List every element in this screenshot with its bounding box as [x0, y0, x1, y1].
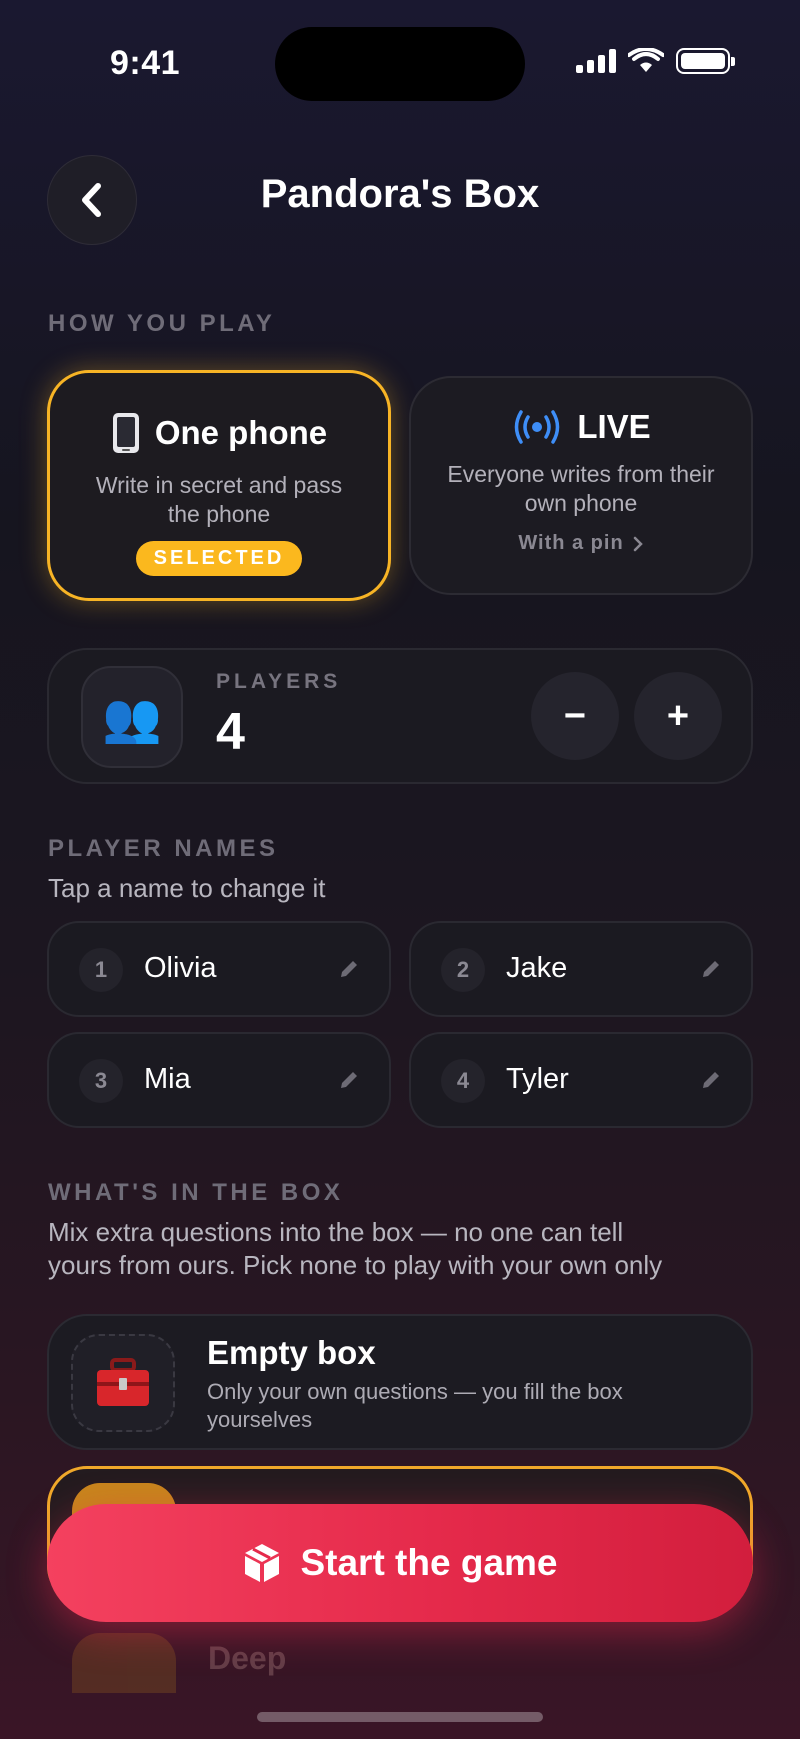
selected-badge: SELECTED: [135, 541, 303, 576]
player-name: Olivia: [144, 952, 217, 984]
mode-live[interactable]: LIVE Everyone writes from their own phon…: [409, 376, 753, 595]
player-name-chip[interactable]: 4 Tyler: [409, 1032, 753, 1128]
increase-players-button[interactable]: +: [634, 672, 722, 760]
players-label: PLAYERS: [216, 670, 342, 693]
player-name-chip[interactable]: 2 Jake: [409, 921, 753, 1017]
pencil-icon: [341, 961, 357, 977]
mode-description: Everyone writes from their own phone: [447, 461, 715, 516]
page-title: Pandora's Box: [260, 172, 540, 216]
with-pin-link[interactable]: With a pin: [518, 532, 623, 555]
pencil-icon: [341, 1072, 357, 1088]
decrease-players-button[interactable]: −: [531, 672, 619, 760]
mode-description: Write in secret and pass the phone: [95, 472, 343, 527]
chevron-right-icon: [633, 536, 643, 551]
players-card: 👥 PLAYERS 4 − +: [47, 648, 753, 784]
player-number: 3: [79, 1059, 123, 1103]
players-emoji: 👥: [81, 666, 183, 768]
status-time: 9:41: [110, 44, 181, 82]
player-name-chip[interactable]: 3 Mia: [47, 1032, 391, 1128]
box-option-faded[interactable]: Deep: [70, 1630, 730, 1700]
dynamic-island: [275, 27, 525, 101]
player-names-label: PLAYER NAMES: [48, 835, 279, 862]
player-number: 2: [441, 948, 485, 992]
player-name: Jake: [506, 952, 568, 984]
option-description: Only your own questions — you fill the b…: [207, 1379, 623, 1432]
start-game-label: Start the game: [300, 1542, 558, 1583]
how-you-play-label: HOW YOU PLAY: [48, 310, 276, 337]
player-name: Tyler: [506, 1063, 569, 1095]
cellular-signal-icon: [576, 49, 616, 73]
battery-icon: [676, 48, 735, 74]
wifi-icon: [628, 48, 664, 72]
start-game-button[interactable]: Start the game: [47, 1504, 753, 1622]
box-subtitle-line1: Mix extra questions into the box — no on…: [48, 1217, 624, 1247]
pencil-icon: [703, 961, 719, 977]
phone-icon: [112, 413, 139, 453]
pencil-icon: [703, 1072, 719, 1088]
player-name-chip[interactable]: 1 Olivia: [47, 921, 391, 1017]
broadcast-icon: [515, 410, 560, 444]
home-indicator[interactable]: [257, 1712, 543, 1722]
option-title: Deep: [208, 1640, 287, 1676]
player-names-subtitle: Tap a name to change it: [48, 873, 326, 903]
box-label: WHAT'S IN THE BOX: [48, 1179, 344, 1206]
mode-one-phone[interactable]: One phone Write in secret and pass the p…: [47, 370, 391, 601]
status-icons: [576, 48, 735, 74]
box-subtitle-line2: yours from ours. Pick none to play with …: [48, 1250, 663, 1280]
player-number: 4: [441, 1059, 485, 1103]
player-name: Mia: [144, 1063, 191, 1095]
cube-icon: [245, 1544, 280, 1582]
option-title: Empty box: [207, 1334, 376, 1371]
mode-title: One phone: [154, 414, 328, 451]
players-count: 4: [216, 703, 245, 761]
player-number: 1: [79, 948, 123, 992]
toolbox-icon: [71, 1334, 175, 1432]
option-icon: [72, 1633, 176, 1693]
mode-title: LIVE: [577, 408, 651, 445]
box-option-empty[interactable]: Empty box Only your own questions — you …: [47, 1314, 753, 1450]
